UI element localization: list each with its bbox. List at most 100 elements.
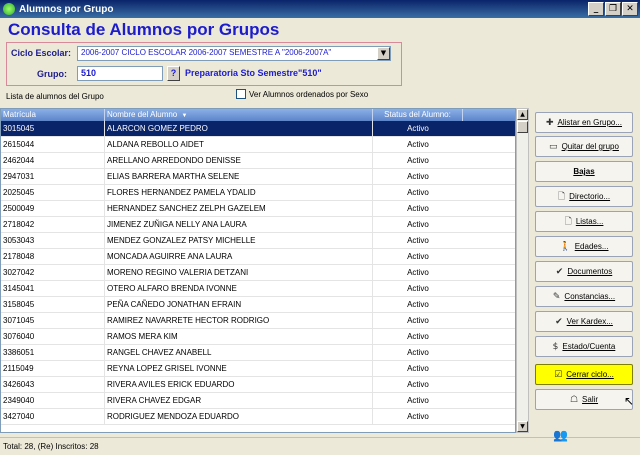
cell-status: Activo <box>407 187 429 197</box>
alistar-button[interactable]: ✚ Alistar en Grupo... <box>535 112 633 133</box>
table-row[interactable]: 3158045 PEÑA CAÑEDO JONATHAN EFRAIN Activo <box>1 296 515 313</box>
cell-status: Activo <box>407 155 429 165</box>
grupo-label: Grupo: <box>37 69 67 79</box>
table-row[interactable]: 2947031 ELIAS BARRERA MARTHA SELENE Activo <box>1 168 515 185</box>
document-icon: 🗋 <box>557 191 566 202</box>
sort-by-sex-label: Ver Alumnos ordenados por Sexo <box>249 89 369 99</box>
table-row[interactable]: 2178048 MONCADA AGUIRRE ANA LAURA Activo <box>1 248 515 265</box>
quitar-button[interactable]: ▭ Quitar del grupo <box>535 136 633 157</box>
table-row[interactable]: 2718042 JIMENEZ ZUÑIGA NELLY ANA LAURA Act… <box>1 216 515 233</box>
minimize-button[interactable]: _ <box>588 2 604 16</box>
calendar-icon: ☑ <box>554 369 563 380</box>
table-row[interactable]: 3426043 RIVERA AVILES ERICK EDUARDO Activo <box>1 376 515 393</box>
table-row[interactable]: 3386051 RANGEL CHAVEZ ANABELL Activo <box>1 344 515 361</box>
cell-nombre: REYNA LOPEZ GRISEL IVONNE <box>105 360 373 377</box>
directorio-label: Directorio... <box>569 192 611 201</box>
status-text: Total: 28, (Re) Inscritos: 28 <box>3 442 99 451</box>
cell-matricula: 3145041 <box>1 280 105 297</box>
chevron-down-icon[interactable]: ▼ <box>377 47 390 60</box>
salir-button[interactable]: ☖ Salir <box>535 389 633 410</box>
cell-matricula: 2349040 <box>1 392 105 409</box>
col-header-status[interactable]: Status del Alumno: <box>373 109 463 121</box>
cell-status: Activo <box>407 219 429 229</box>
table-row[interactable]: 2025045 FLORES HERNANDEZ PAMELA YDALID Act… <box>1 184 515 201</box>
cell-matricula: 3427040 <box>1 408 105 425</box>
sort-by-sex-checkbox[interactable]: Ver Alumnos ordenados por Sexo <box>236 89 368 99</box>
table-row[interactable]: 2462044 ARELLANO ARREDONDO DENISSE Activo <box>1 152 515 169</box>
cell-status: Activo <box>407 283 429 293</box>
col-header-nombre[interactable]: Nombre del Alumno ▼ <box>105 109 373 121</box>
plus-icon: ✚ <box>545 117 554 128</box>
table-row[interactable]: 3053043 MENDEZ GONZALEZ PATSY MICHELLE Act… <box>1 232 515 249</box>
col-header-matricula[interactable]: Matrícula <box>1 109 105 121</box>
cell-nombre: ARELLANO ARREDONDO DENISSE <box>105 152 373 169</box>
cell-nombre: OTERO ALFARO BRENDA IVONNE <box>105 280 373 297</box>
table-row[interactable]: 2115049 REYNA LOPEZ GRISEL IVONNE Activo <box>1 360 515 377</box>
students-table[interactable]: Matrícula Nombre del Alumno ▼ Status del… <box>0 108 516 433</box>
students-illustration-icon: 👥 <box>553 428 568 442</box>
close-button[interactable]: ✕ <box>622 2 638 16</box>
cell-matricula: 3386051 <box>1 344 105 361</box>
action-button-panel: ✚ Alistar en Grupo... ▭ Quitar del grupo Baj… <box>531 112 637 434</box>
constancias-label: Constancias... <box>564 292 616 301</box>
ciclo-label: Ciclo Escolar: <box>11 48 72 58</box>
cell-nombre: MORENO REGINO VALERIA DETZANI <box>105 264 373 281</box>
cell-nombre: RAMOS MERA KIM <box>105 328 373 345</box>
cell-matricula: 2025045 <box>1 184 105 201</box>
table-header: Matrícula Nombre del Alumno ▼ Status del… <box>1 109 515 121</box>
cell-status: Activo <box>407 123 429 133</box>
mouse-cursor-icon: ↖ <box>624 394 635 408</box>
filter-panel: Ciclo Escolar: 2006-2007 CICLO ESCOLAR 2… <box>6 42 402 86</box>
table-row[interactable]: 2615044 ALDANA REBOLLO AIDET Activo <box>1 136 515 153</box>
page-title: Consulta de Alumnos por Grupos <box>8 20 280 39</box>
documentos-button[interactable]: ✔ Documentos <box>535 261 633 282</box>
cell-status: Activo <box>407 267 429 277</box>
cell-nombre: PEÑA CAÑEDO JONATHAN EFRAIN <box>105 296 373 313</box>
table-row[interactable]: 3027042 MORENO REGINO VALERIA DETZANI Acti… <box>1 264 515 281</box>
constancias-button[interactable]: ✎ Constancias... <box>535 286 633 307</box>
table-row[interactable]: 3071045 RAMIREZ NAVARRETE HECTOR RODRIGO A… <box>1 312 515 329</box>
scroll-thumb[interactable] <box>517 121 528 133</box>
grupo-input[interactable]: 510 <box>77 66 163 81</box>
listas-button[interactable]: 🗋 Listas... <box>535 211 633 232</box>
cell-status: Activo <box>407 171 429 181</box>
cell-status: Activo <box>407 379 429 389</box>
exit-icon: ☖ <box>569 394 579 405</box>
cell-nombre: FLORES HERNANDEZ PAMELA YDALID <box>105 184 373 201</box>
cell-nombre: RIVERA AVILES ERICK EDUARDO <box>105 376 373 393</box>
bajas-button[interactable]: Bajas <box>535 161 633 182</box>
status-bar: Total: 28, (Re) Inscritos: 28 <box>0 437 640 455</box>
table-row[interactable]: 3427040 RODRIGUEZ MENDOZA EDUARDO Activo <box>1 408 515 425</box>
cell-matricula: 3053043 <box>1 232 105 249</box>
cell-status: Activo <box>407 331 429 341</box>
checkbox-box[interactable] <box>236 89 246 99</box>
estado-cuenta-button[interactable]: $ Estado/Cuenta <box>535 336 633 357</box>
cell-matricula: 2462044 <box>1 152 105 169</box>
ver-kardex-button[interactable]: ✔ Ver Kardex... <box>535 311 633 332</box>
cell-nombre: RODRIGUEZ MENDOZA EDUARDO <box>105 408 373 425</box>
grupo-description: Preparatoria Sto Semestre"510" <box>185 68 322 78</box>
cell-matricula: 3071045 <box>1 312 105 329</box>
scroll-down-button[interactable]: ▼ <box>517 421 528 432</box>
table-scrollbar[interactable]: ▲ ▼ <box>516 108 529 433</box>
cell-matricula: 2115049 <box>1 360 105 377</box>
cell-nombre: HERNANDEZ SANCHEZ ZELPH GAZELEM <box>105 200 373 217</box>
sort-desc-icon: ▼ <box>181 113 188 119</box>
estado-cuenta-label: Estado/Cuenta <box>562 342 616 351</box>
edades-button[interactable]: 🚶 Edades... <box>535 236 633 257</box>
cell-status: Activo <box>407 347 429 357</box>
table-row[interactable]: 2349040 RIVERA CHAVEZ EDGAR Activo <box>1 392 515 409</box>
maximize-button[interactable]: ❐ <box>605 2 621 16</box>
scroll-up-button[interactable]: ▲ <box>517 109 528 120</box>
cell-matricula: 2947031 <box>1 168 105 185</box>
grupo-help-button[interactable]: ? <box>167 66 180 81</box>
kardex-icon: ✔ <box>555 316 563 327</box>
table-row[interactable]: 3076040 RAMOS MERA KIM Activo <box>1 328 515 345</box>
ciclo-select[interactable]: 2006-2007 CICLO ESCOLAR 2006-2007 SEMEST… <box>77 46 391 61</box>
cerrar-ciclo-button[interactable]: ☑ Cerrar ciclo... <box>535 364 633 385</box>
table-row[interactable]: 3145041 OTERO ALFARO BRENDA IVONNE Activo <box>1 280 515 297</box>
table-row[interactable]: 2500049 HERNANDEZ SANCHEZ ZELPH GAZELEM Ac… <box>1 200 515 217</box>
directorio-button[interactable]: 🗋 Directorio... <box>535 186 633 207</box>
table-row[interactable]: 3015045 ALARCON GOMEZ PEDRO Activo <box>1 120 515 137</box>
cell-nombre: RIVERA CHAVEZ EDGAR <box>105 392 373 409</box>
